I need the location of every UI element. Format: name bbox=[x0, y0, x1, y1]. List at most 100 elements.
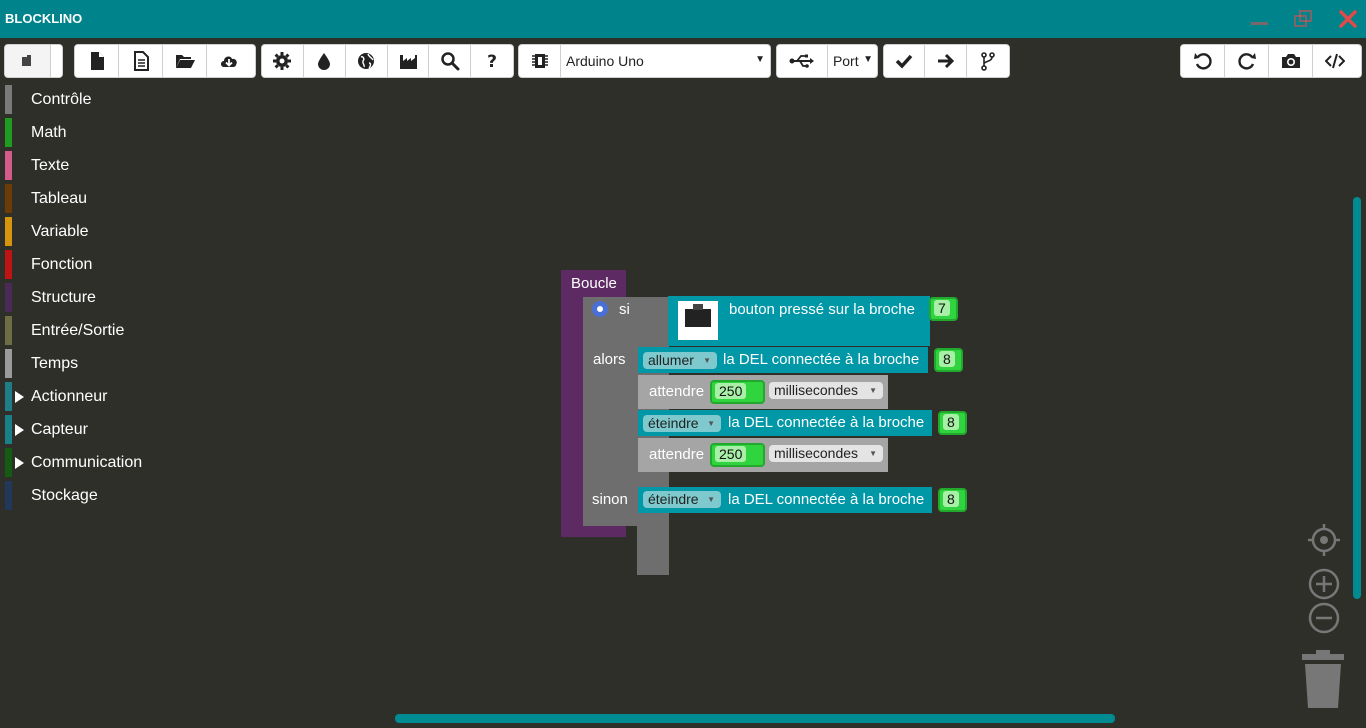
factory-button[interactable] bbox=[387, 45, 430, 77]
wait-unit-value-1: millisecondes bbox=[774, 382, 859, 398]
category-entree-sortie[interactable]: Entrée/Sortie bbox=[0, 316, 163, 349]
category-tableau[interactable]: Tableau bbox=[0, 184, 163, 217]
minimize-button[interactable] bbox=[1249, 8, 1271, 30]
new-file-button[interactable] bbox=[75, 45, 119, 77]
category-communication[interactable]: Communication bbox=[0, 448, 163, 481]
restore-button[interactable] bbox=[1292, 8, 1314, 30]
wait-unit-dropdown-2[interactable]: millisecondes ▼ bbox=[769, 445, 883, 462]
category-color bbox=[5, 382, 12, 411]
button-text: bouton pressé sur la broche bbox=[729, 301, 915, 318]
category-fonction[interactable]: Fonction bbox=[0, 250, 163, 283]
button-pin-field[interactable]: 7 bbox=[929, 297, 958, 321]
category-label: Texte bbox=[31, 157, 70, 174]
category-stockage[interactable]: Stockage bbox=[0, 481, 163, 514]
category-texte[interactable]: Texte bbox=[0, 151, 163, 184]
board-chip-button[interactable] bbox=[519, 45, 561, 77]
upload-button[interactable] bbox=[925, 45, 967, 77]
verify-button[interactable] bbox=[884, 45, 926, 77]
close-button[interactable] bbox=[1337, 8, 1359, 30]
toggle-side[interactable] bbox=[51, 45, 62, 77]
screenshot-button[interactable] bbox=[1269, 45, 1313, 77]
wait-value-1: 250 bbox=[715, 383, 747, 399]
else-label: sinon bbox=[592, 491, 628, 508]
trash-can[interactable] bbox=[1300, 650, 1346, 710]
expand-arrow-icon bbox=[15, 424, 24, 436]
zoom-in-button[interactable] bbox=[1306, 566, 1342, 602]
example-button[interactable] bbox=[119, 45, 163, 77]
language-button[interactable] bbox=[345, 45, 388, 77]
category-structure[interactable]: Structure bbox=[0, 283, 163, 316]
category-color bbox=[5, 118, 12, 147]
off-action-value: éteindre bbox=[648, 415, 699, 431]
category-label: Capteur bbox=[31, 421, 88, 438]
droplet-icon bbox=[318, 53, 331, 70]
chevron-down-icon: ▼ bbox=[703, 356, 711, 365]
title-bar: BLOCKLINO bbox=[0, 0, 1366, 38]
category-temps[interactable]: Temps bbox=[0, 349, 163, 382]
undo-button[interactable] bbox=[1181, 45, 1225, 77]
category-capteur[interactable]: Capteur bbox=[0, 415, 163, 448]
help-button[interactable]: ? bbox=[471, 45, 513, 77]
on-action-dropdown[interactable]: allumer ▼ bbox=[643, 352, 717, 369]
workspace[interactable]: Boucle si bouton pressé sur la broche 7 … bbox=[163, 85, 1366, 728]
camera-icon bbox=[1281, 54, 1300, 68]
wait-value-field-1[interactable]: 250 bbox=[710, 380, 765, 404]
category-actionneur[interactable]: Actionneur bbox=[0, 382, 163, 415]
category-controle[interactable]: Contrôle bbox=[0, 85, 163, 118]
minimize-icon bbox=[1251, 22, 1268, 25]
check-icon bbox=[895, 54, 913, 69]
horizontal-scrollbar[interactable] bbox=[395, 714, 1115, 723]
led-pin-field-1[interactable]: 8 bbox=[934, 348, 963, 372]
category-label: Variable bbox=[31, 223, 89, 240]
toggle-toolbox-button[interactable] bbox=[5, 45, 51, 77]
port-select[interactable]: Port ▼ bbox=[828, 45, 877, 77]
code-view-button[interactable] bbox=[1313, 45, 1357, 77]
search-button[interactable] bbox=[429, 45, 472, 77]
globe-icon bbox=[358, 53, 375, 69]
then-label: alors bbox=[593, 351, 626, 368]
led-pin-field-3[interactable]: 8 bbox=[938, 488, 967, 512]
board-select[interactable]: Arduino Uno ▼ bbox=[561, 45, 770, 77]
redo-button[interactable] bbox=[1225, 45, 1269, 77]
factory-icon bbox=[399, 55, 417, 69]
category-label: Fonction bbox=[31, 256, 93, 273]
pushbutton-icon bbox=[685, 309, 711, 327]
pushbutton-cap bbox=[693, 304, 703, 310]
else-off-action-dropdown[interactable]: éteindre ▼ bbox=[643, 491, 721, 508]
else-off-action-value: éteindre bbox=[648, 491, 699, 507]
wait-value-field-2[interactable]: 250 bbox=[710, 443, 765, 467]
led-text-3: la DEL connectée à la broche bbox=[728, 491, 925, 508]
category-label: Temps bbox=[31, 355, 79, 372]
branch-icon bbox=[981, 52, 995, 71]
wait-label-2: attendre bbox=[649, 446, 705, 463]
usb-button[interactable] bbox=[777, 45, 828, 77]
led-pin-field-2[interactable]: 8 bbox=[938, 411, 967, 435]
theme-button[interactable] bbox=[303, 45, 346, 77]
settings-button[interactable] bbox=[262, 45, 304, 77]
category-math[interactable]: Math bbox=[0, 118, 163, 151]
mutator-gear-hole bbox=[597, 306, 603, 312]
led-text-2: la DEL connectée à la broche bbox=[728, 414, 925, 431]
led-pin-value-1: 8 bbox=[939, 351, 955, 367]
chevron-down-icon: ▼ bbox=[707, 419, 715, 428]
off-action-dropdown[interactable]: éteindre ▼ bbox=[643, 415, 721, 432]
wait-value-2: 250 bbox=[715, 446, 747, 462]
category-color bbox=[5, 316, 12, 345]
vertical-scrollbar[interactable] bbox=[1353, 197, 1361, 599]
recenter-button[interactable] bbox=[1304, 520, 1344, 560]
on-action-value: allumer bbox=[648, 352, 694, 368]
board-group: Arduino Uno ▼ bbox=[518, 44, 771, 78]
chevron-down-icon: ▼ bbox=[869, 386, 877, 395]
compile-group bbox=[883, 44, 1010, 78]
wait-unit-dropdown-1[interactable]: millisecondes ▼ bbox=[769, 382, 883, 399]
category-variable[interactable]: Variable bbox=[0, 217, 163, 250]
save-button[interactable] bbox=[207, 45, 251, 77]
zoom-out-button[interactable] bbox=[1306, 600, 1342, 636]
close-icon bbox=[1339, 10, 1357, 28]
branch-button[interactable] bbox=[966, 45, 1009, 77]
folder-open-icon bbox=[175, 55, 195, 68]
loop-label: Boucle bbox=[571, 275, 617, 292]
open-file-button[interactable] bbox=[163, 45, 207, 77]
chevron-down-icon: ▼ bbox=[707, 495, 715, 504]
question-icon: ? bbox=[487, 52, 497, 71]
